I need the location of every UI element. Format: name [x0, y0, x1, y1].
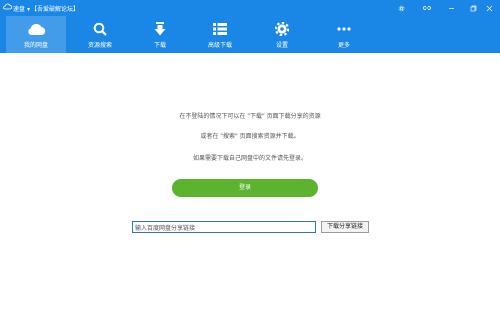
app-title-text: 速盘	[13, 6, 26, 13]
main-toolbar: 我的网盘 资源搜索 下载 高级下载 设置 更多	[0, 16, 500, 53]
list-icon	[213, 22, 227, 38]
tab-label: 下载	[153, 42, 166, 49]
search-icon	[93, 22, 107, 38]
info-line-login: 如果需要下载自己网盘中的文件请先登录。	[192, 155, 307, 162]
tab-label: 设置	[275, 42, 288, 49]
download-icon	[154, 22, 166, 38]
more-icon	[337, 22, 351, 38]
minimize-icon[interactable]	[440, 0, 462, 16]
chevron-down-icon: ▾	[26, 6, 30, 13]
tab-label: 高级下载	[207, 42, 232, 49]
tab-resource-search[interactable]: 资源搜索	[70, 16, 130, 53]
title-bar: 速盘 ▾ 【吾爱破解论坛】	[0, 0, 500, 16]
tab-label: 我的网盘	[23, 42, 48, 49]
tab-my-netdisk[interactable]: 我的网盘	[6, 16, 66, 53]
info-line-search: 或者在 "搜索" 页面搜索资源并下载。	[200, 133, 300, 140]
tab-more[interactable]: 更多	[314, 16, 374, 53]
login-button[interactable]: 登录	[172, 179, 318, 197]
share-link-input[interactable]	[132, 221, 316, 233]
gear-icon	[274, 21, 290, 38]
tab-settings[interactable]: 设置	[252, 16, 312, 53]
tab-download[interactable]: 下载	[130, 16, 190, 53]
tab-advanced-download[interactable]: 高级下载	[190, 16, 250, 53]
app-logo-icon	[3, 3, 13, 12]
settings-icon[interactable]	[390, 0, 412, 16]
cloud-icon	[26, 22, 46, 38]
app-title[interactable]: 速盘 ▾	[13, 4, 30, 13]
close-icon[interactable]	[478, 0, 500, 16]
link-icon[interactable]	[416, 0, 438, 16]
download-share-link-button[interactable]: 下载分享链接	[321, 221, 369, 233]
forum-tag: 【吾爱破解论坛】	[31, 6, 80, 13]
info-line-download: 在不登陆的情况下可以在 "下载" 页面下载分享的资源	[179, 113, 321, 120]
tab-label: 资源搜索	[87, 42, 112, 49]
tab-label: 更多	[337, 42, 350, 49]
